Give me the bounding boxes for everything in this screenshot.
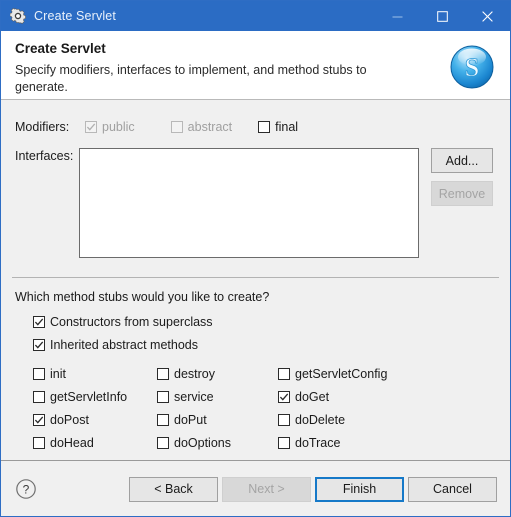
checkbox-doput[interactable]: doPut <box>157 413 278 427</box>
modifiers-label: Modifiers: <box>15 120 70 134</box>
remove-interface-button: Remove <box>431 181 493 206</box>
svg-text:S: S <box>465 53 479 82</box>
checkbox-dopost[interactable]: doPost <box>33 413 157 427</box>
checkbox-inherited-abstract-methods[interactable]: Inherited abstract methods <box>33 338 510 352</box>
checkbox-label: Constructors from superclass <box>50 315 213 329</box>
check-icon <box>279 393 289 401</box>
servlet-s-logo-icon: S <box>450 45 494 89</box>
checkbox-label: service <box>174 390 214 404</box>
check-icon <box>86 123 96 131</box>
window-controls <box>375 1 510 31</box>
checkbox-box[interactable] <box>33 437 45 449</box>
checkbox-destroy[interactable]: destroy <box>157 367 278 381</box>
checkbox-box <box>170 121 183 133</box>
checkbox-box[interactable] <box>33 339 45 351</box>
interfaces-row: Interfaces: Add... Remove <box>1 137 510 258</box>
checkbox-final[interactable]: final <box>258 120 298 134</box>
checkbox-box[interactable] <box>33 316 45 328</box>
checkbox-label: doHead <box>50 436 94 450</box>
checkbox-box[interactable] <box>33 391 45 403</box>
checkbox-label: doPost <box>50 413 89 427</box>
checkbox-box <box>85 121 97 133</box>
checkbox-label: getServletConfig <box>295 367 388 381</box>
checkbox-label: doTrace <box>295 436 341 450</box>
method-stubs-question: Which method stubs would you like to cre… <box>15 290 270 304</box>
checkbox-getservletinfo[interactable]: getServletInfo <box>33 390 157 404</box>
checkbox-label: doDelete <box>295 413 346 427</box>
checkbox-label: abstract <box>187 120 233 134</box>
title-bar[interactable]: Create Servlet <box>1 1 510 31</box>
add-interface-button[interactable]: Add... <box>431 148 493 173</box>
checkbox-box[interactable] <box>278 391 290 403</box>
checkbox-service[interactable]: service <box>157 390 278 404</box>
interfaces-buttons: Add... Remove <box>431 148 493 258</box>
checkbox-box[interactable] <box>258 121 271 133</box>
checkbox-label: Inherited abstract methods <box>50 338 198 352</box>
checkbox-constructors-from-superclass[interactable]: Constructors from superclass <box>33 315 510 329</box>
check-icon <box>34 416 44 424</box>
checkbox-label: public <box>102 120 135 134</box>
checkbox-box[interactable] <box>278 368 290 380</box>
checkbox-box[interactable] <box>278 437 290 449</box>
maximize-button[interactable] <box>420 1 465 31</box>
checkbox-init[interactable]: init <box>33 367 157 381</box>
checkbox-box[interactable] <box>33 414 45 426</box>
checkbox-label: init <box>50 367 66 381</box>
cancel-button[interactable]: Cancel <box>408 476 497 502</box>
wizard-header: Create Servlet Specify modifiers, interf… <box>1 31 510 100</box>
checkbox-box[interactable] <box>33 368 45 380</box>
checkbox-label: getServletInfo <box>50 390 128 404</box>
checkbox-doget[interactable]: doGet <box>278 390 510 404</box>
close-button[interactable] <box>465 1 510 31</box>
checkbox-dohead[interactable]: doHead <box>33 436 157 450</box>
checkbox-box[interactable] <box>157 368 169 380</box>
page-title: Create Servlet <box>15 41 106 56</box>
checkbox-dodelete[interactable]: doDelete <box>278 413 510 427</box>
checkbox-box[interactable] <box>157 437 169 449</box>
checkbox-abstract: abstract <box>170 120 233 134</box>
method-stubs-grid: init destroy getServletConfig getServlet… <box>1 361 510 450</box>
checkbox-label: doGet <box>295 390 330 404</box>
checkbox-box[interactable] <box>278 414 290 426</box>
dialog-footer: ? < Back Next > Finish Cancel <box>1 460 510 516</box>
minimize-button[interactable] <box>375 1 420 31</box>
checkbox-label: destroy <box>174 367 215 381</box>
next-button: Next > <box>222 476 311 502</box>
checkbox-dotrace[interactable]: doTrace <box>278 436 510 450</box>
interfaces-label: Interfaces: <box>15 149 74 163</box>
checkbox-box[interactable] <box>157 391 169 403</box>
check-icon <box>34 318 44 326</box>
checkbox-box[interactable] <box>157 414 169 426</box>
gear-icon <box>10 8 26 24</box>
footer-buttons: < Back Next > Finish Cancel <box>129 476 497 502</box>
svg-text:?: ? <box>23 482 30 496</box>
checkbox-label: final <box>275 120 299 134</box>
create-servlet-dialog: Create Servlet Create Servlet Specify mo… <box>0 0 511 517</box>
modifiers-row: Modifiers: public abstract final <box>1 100 510 137</box>
checkbox-label: doPut <box>174 413 207 427</box>
finish-button[interactable]: Finish <box>315 476 404 502</box>
dialog-body: Modifiers: public abstract final Interfa… <box>1 100 510 516</box>
interfaces-listbox[interactable] <box>79 148 419 258</box>
checkbox-dooptions[interactable]: doOptions <box>157 436 278 450</box>
checkbox-label: doOptions <box>174 436 231 450</box>
checkbox-getservletconfig[interactable]: getServletConfig <box>278 367 510 381</box>
check-icon <box>34 341 44 349</box>
method-stubs-main-options: Constructors from superclass Inherited a… <box>1 304 510 352</box>
window-title: Create Servlet <box>34 9 116 23</box>
help-icon[interactable]: ? <box>15 478 37 500</box>
back-button[interactable]: < Back <box>129 476 218 502</box>
page-description: Specify modifiers, interfaces to impleme… <box>15 63 367 94</box>
checkbox-public: public <box>85 120 135 134</box>
